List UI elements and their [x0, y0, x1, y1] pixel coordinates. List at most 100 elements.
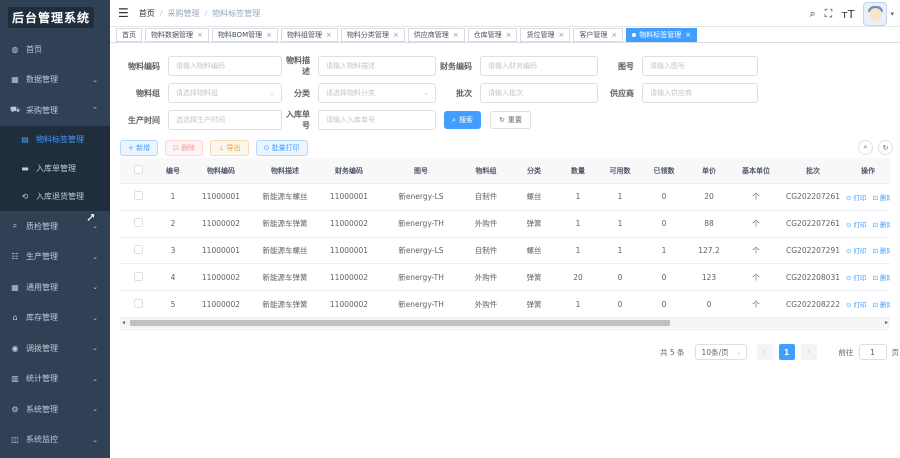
sidebar-item-warehouse[interactable]: ⌂ 库存管理 ⌄ — [0, 303, 110, 334]
page-size-select[interactable]: 10条/页 ⌄ — [694, 344, 747, 360]
tag-view-item[interactable]: 物料组管理 × — [280, 27, 338, 42]
batch-input[interactable]: 请输入批次 — [480, 83, 598, 103]
close-icon[interactable]: × — [266, 31, 272, 39]
tag-view-item[interactable]: 供应商管理 × — [407, 27, 465, 42]
scroll-right-icon[interactable]: ▸ — [885, 318, 888, 328]
production-time-picker[interactable]: 选选择生产时间 — [168, 110, 282, 130]
avatar-caret-icon[interactable]: ▾ — [890, 10, 894, 18]
avatar[interactable] — [863, 2, 888, 26]
row-checkbox[interactable] — [133, 244, 143, 254]
chevron-down-icon: ⌄ — [269, 89, 275, 97]
close-icon[interactable]: × — [611, 31, 617, 39]
select-all-cell[interactable] — [120, 165, 156, 176]
scroll-left-icon[interactable]: ◂ — [122, 318, 125, 328]
sub-menu-item-document[interactable]: ▬ 入库单管理 — [0, 154, 110, 183]
tag-label: 物料标签管理 — [639, 30, 682, 39]
close-icon[interactable]: × — [558, 31, 564, 39]
fullscreen-icon[interactable]: ⛶ — [825, 7, 833, 21]
select-all-checkbox[interactable] — [133, 165, 143, 174]
sub-menu-item-label[interactable]: ▤ 物料标签管理 — [0, 126, 110, 155]
scrollbar-thumb[interactable] — [130, 320, 670, 326]
row-select-cell[interactable] — [120, 191, 156, 202]
delete-row-button[interactable]: ⊡ 删除 — [873, 301, 890, 309]
material-group-select[interactable]: 请选择物料组 ⌄ — [168, 83, 282, 103]
delete-row-button[interactable]: ⊡ 删除 — [873, 247, 890, 255]
row-checkbox[interactable] — [133, 271, 143, 281]
close-icon[interactable]: × — [393, 31, 399, 39]
material-code-input[interactable]: 请输入物料编码 — [168, 56, 282, 76]
tag-view-item[interactable]: 物料标签管理 × — [626, 27, 698, 42]
goto-page-input[interactable]: 1 — [858, 344, 887, 360]
row-select-cell[interactable] — [120, 271, 156, 283]
table-row[interactable]: 3 11000001 新能源车螺丝 11000001 新energy-LS 自制件 螺丝 1 1… — [120, 238, 890, 265]
table-row[interactable]: 2 11000002 新能源车弹簧 11000002 新energy-TH 外购件 弹簧 1 1… — [120, 211, 890, 238]
tag-view-item[interactable]: 仓库管理 × — [467, 27, 518, 42]
print-row-button[interactable]: ⊙ 打印 — [846, 301, 867, 309]
search-button[interactable]: ⌕ 搜索 — [444, 111, 481, 129]
refresh-icon[interactable]: ↻ — [878, 140, 893, 155]
prev-page-button[interactable]: ‹ — [756, 344, 773, 360]
breadcrumb-item-purchase: 采购管理 — [167, 8, 200, 18]
add-button[interactable]: + 新增 — [120, 140, 159, 156]
chevron-icon: ⌄ — [92, 374, 98, 383]
sidebar-item-table[interactable]: ▦ 数据管理 ⌄ — [0, 65, 110, 96]
hamburger-icon[interactable]: ☰ — [118, 6, 129, 20]
supplier-input[interactable]: 请输入供应商 — [642, 83, 758, 103]
category-select[interactable]: 请选择物料分类 ⌄ — [318, 83, 436, 103]
row-checkbox[interactable] — [133, 191, 143, 201]
export-button[interactable]: ⊥ 导出 — [210, 140, 249, 156]
print-row-button[interactable]: ⊙ 打印 — [846, 194, 867, 202]
batch-print-button[interactable]: ⊙ 批量打印 — [255, 140, 308, 156]
print-row-button[interactable]: ⊙ 打印 — [846, 274, 867, 282]
sidebar-item-monitor[interactable]: ◫ 系统监控 ⌄ — [0, 425, 110, 456]
sidebar-item-grid[interactable]: ▦ 通用管理 ⌄ — [0, 272, 110, 303]
delete-button[interactable]: ⊡ 删除 — [165, 140, 204, 156]
close-icon[interactable]: × — [453, 31, 459, 39]
table-row[interactable]: 5 11000002 新能源车弹簧 11000002 新energy-TH 外购件 弹簧 1 0… — [120, 291, 890, 318]
row-select-cell[interactable] — [120, 298, 156, 310]
tag-view-item[interactable]: 货位管理 × — [520, 27, 571, 42]
material-desc-input[interactable]: 请输入物料描述 — [318, 56, 436, 76]
finance-code-input[interactable]: 请输入财务编码 — [480, 56, 598, 76]
page-number-current[interactable]: 1 — [778, 344, 795, 360]
app-logo[interactable]: 后台管理系统 — [0, 0, 110, 34]
tag-view-item[interactable]: 首页 — [116, 27, 142, 42]
sidebar-item-chart[interactable]: ▥ 统计管理 ⌄ — [0, 364, 110, 395]
close-icon[interactable]: × — [197, 31, 203, 39]
horizontal-scrollbar[interactable]: ◂ ▸ — [120, 318, 890, 328]
row-select-cell[interactable] — [120, 218, 156, 229]
table-row[interactable]: 4 11000002 新能源车弹簧 11000002 新energy-TH 外购件 弹簧 20… — [120, 264, 890, 292]
next-page-button[interactable]: › — [800, 344, 817, 360]
delete-row-button[interactable]: ⊡ 删除 — [873, 221, 890, 229]
close-icon[interactable]: × — [326, 31, 332, 39]
row-checkbox[interactable] — [133, 298, 143, 308]
row-checkbox[interactable] — [133, 218, 143, 228]
print-row-button[interactable]: ⊙ 打印 — [846, 247, 867, 255]
tag-view-item[interactable]: 物料数据管理 × — [145, 27, 209, 42]
sidebar-item-cart[interactable]: ⛟ 采购管理 ⌃ — [0, 95, 110, 126]
row-select-cell[interactable] — [120, 244, 156, 256]
font-size-icon[interactable]: тT — [841, 8, 854, 21]
table-row[interactable]: 1 11000001 新能源车螺丝 11000001 新energy-LS 自制件 螺丝 1 1… — [120, 184, 890, 211]
close-icon[interactable]: × — [506, 31, 512, 39]
drawing-no-input[interactable]: 请输入图号 — [642, 56, 758, 76]
delete-row-button[interactable]: ⊡ 删除 — [873, 274, 890, 282]
tag-view-item[interactable]: 物料BOM管理 × — [211, 27, 278, 42]
sidebar-item-production[interactable]: ☷ 生产管理 ⌄ — [0, 242, 110, 273]
search-toggle-icon[interactable]: ⌕ — [858, 140, 873, 155]
sub-menu-item-return[interactable]: ⟲ 入库退货管理 — [0, 183, 110, 212]
reset-button[interactable]: ↻ 重置 — [490, 111, 531, 129]
close-icon[interactable]: × — [685, 31, 691, 39]
inbound-no-input[interactable]: 请输入入库单号 — [318, 110, 436, 130]
search-icon[interactable]: ⌕ — [809, 7, 815, 21]
print-row-button[interactable]: ⊙ 打印 — [846, 221, 867, 229]
delete-row-button[interactable]: ⊡ 删除 — [873, 194, 890, 202]
tag-view-item[interactable]: 物料分类管理 × — [340, 27, 405, 42]
sidebar-item-gear[interactable]: ⚙ 系统管理 ⌄ — [0, 394, 110, 425]
tag-view-item[interactable]: 客户管理 × — [573, 27, 624, 42]
sidebar: 后台管理系统 ◍ 首页 ▦ 数据管理 ⌄ ⛟ 采购管理 ⌃ ▤ 物料标签管理 ▬ 入库单管理 ⟲ 入库退… — [0, 0, 110, 458]
sidebar-item-dashboard[interactable]: ◍ 首页 — [0, 34, 110, 65]
sidebar-item-transfer[interactable]: ◉ 调拨管理 ⌄ — [0, 333, 110, 364]
breadcrumb-item-home[interactable]: 首页 — [139, 8, 155, 19]
table-cell: 11000001 — [329, 245, 369, 255]
